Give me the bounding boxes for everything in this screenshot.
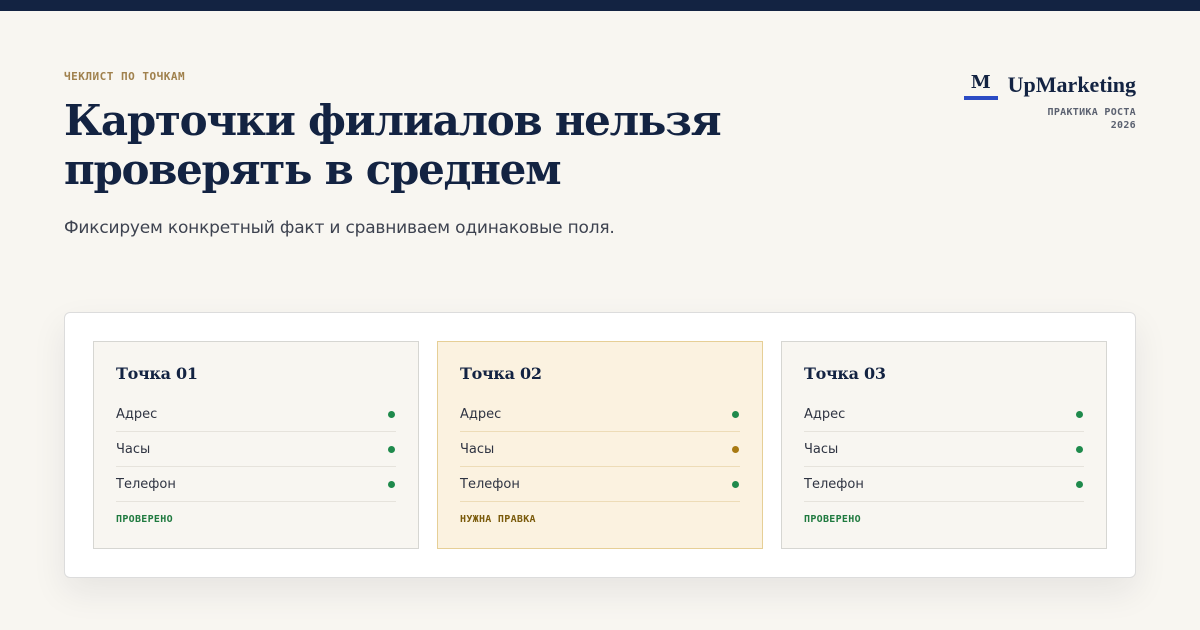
location-card-03: Точка 03 Адрес Часы Телефон ПРОВЕРЕНО [781, 341, 1107, 549]
status-dot-icon [732, 480, 739, 488]
field-row-address: Адрес [460, 397, 740, 432]
brand-block: M UpMarketing ПРАКТИКА РОСТА 2026 [916, 70, 1136, 132]
brand-row: M UpMarketing [916, 70, 1136, 100]
status-dot-icon [1076, 410, 1083, 418]
card-status: НУЖНА ПРАВКА [460, 514, 536, 525]
card-status: ПРОВЕРЕНО [116, 514, 173, 525]
field-row-address: Адрес [804, 397, 1084, 432]
field-label: Телефон [804, 476, 864, 492]
location-card-02: Точка 02 Адрес Часы Телефон НУЖНА ПРАВКА [437, 341, 763, 549]
checklist-board: Точка 01 Адрес Часы Телефон ПРОВЕРЕНО То… [64, 312, 1136, 578]
status-dot-icon [388, 410, 395, 418]
brand-name: UpMarketing [1007, 72, 1136, 97]
brand-logo-icon: M [963, 70, 998, 100]
status-dot-icon [1076, 445, 1083, 453]
field-row-address: Адрес [116, 397, 396, 432]
field-label: Адрес [116, 406, 158, 422]
field-label: Телефон [460, 476, 520, 492]
field-row-hours: Часы [804, 432, 1084, 467]
field-row-phone: Телефон [804, 467, 1084, 502]
eyebrow-label: ЧЕКЛИСТ ПО ТОЧКАМ [64, 70, 186, 83]
status-dot-icon [732, 410, 739, 418]
field-label: Адрес [460, 406, 502, 422]
card-title: Точка 01 [116, 364, 198, 383]
field-row-phone: Телефон [460, 467, 740, 502]
field-label: Адрес [804, 406, 846, 422]
field-row-hours: Часы [460, 432, 740, 467]
location-card-01: Точка 01 Адрес Часы Телефон ПРОВЕРЕНО [93, 341, 419, 549]
brand-year: 2026 [1110, 120, 1136, 131]
field-label: Часы [460, 441, 495, 457]
location-cards: Точка 01 Адрес Часы Телефон ПРОВЕРЕНО То… [93, 341, 1107, 549]
field-row-hours: Часы [116, 432, 396, 467]
card-status: ПРОВЕРЕНО [804, 514, 861, 525]
page-subtitle: Фиксируем конкретный факт и сравниваем о… [64, 218, 615, 238]
card-title: Точка 03 [804, 364, 886, 383]
top-accent-bar [0, 0, 1200, 11]
brand-tagline-block: ПРАКТИКА РОСТА 2026 [916, 106, 1136, 132]
field-label: Телефон [116, 476, 176, 492]
field-label: Часы [804, 441, 839, 457]
status-dot-icon [1076, 480, 1083, 488]
page-title: Карточки филиалов нельзя проверять в сре… [64, 96, 722, 194]
status-dot-icon [388, 480, 395, 488]
status-dot-icon [732, 445, 739, 453]
card-title: Точка 02 [460, 364, 542, 383]
brand-tagline: ПРАКТИКА РОСТА [1047, 107, 1136, 118]
field-row-phone: Телефон [116, 467, 396, 502]
field-label: Часы [116, 441, 151, 457]
status-dot-icon [388, 445, 395, 453]
